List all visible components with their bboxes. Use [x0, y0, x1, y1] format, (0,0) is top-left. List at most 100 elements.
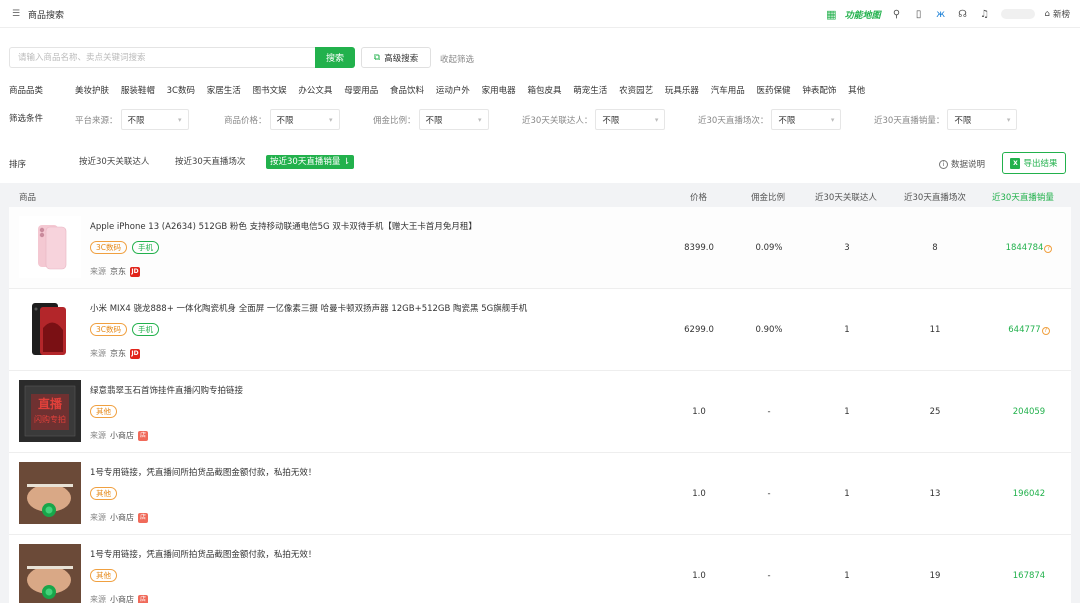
kol-value: 1 [844, 407, 850, 417]
commission-value: - [767, 407, 771, 417]
product-tags: 3C数码 手机 [90, 323, 160, 336]
new-mode-label: 新榜 [1052, 10, 1070, 20]
col-sales30[interactable]: 近30天直播销量 [992, 191, 1054, 203]
product-name[interactable]: Apple iPhone 13 (A2634) 512GB 粉色 支持移动联通电… [90, 220, 477, 232]
table-row[interactable]: 1号专用链接，凭直播间所拍货品截图金额付款，私拍无效！ 其他 来源 小商店 店 … [9, 453, 1071, 535]
commission-select[interactable]: 不限 ▾ [418, 109, 489, 130]
category-item[interactable]: 3C数码 [167, 84, 195, 96]
price-select[interactable]: 不限 ▾ [269, 109, 340, 130]
search-button[interactable]: 搜索 [315, 47, 355, 68]
bell-icon[interactable]: ♫ [979, 9, 991, 20]
category-item[interactable]: 家居生活 [207, 84, 241, 96]
headset-icon[interactable]: ☊ [957, 9, 969, 20]
kol-select[interactable]: 不限 ▾ [595, 109, 666, 130]
category-item[interactable]: 家用电器 [482, 84, 516, 96]
filter-label: 商品价格： [224, 115, 267, 126]
topbar-actions: ▦ 功能地图 ⚲ ▯ ж ☊ ♫ ⌂ 新榜 [826, 6, 1070, 22]
category-item[interactable]: 办公文具 [298, 84, 332, 96]
lives-value: 25 [929, 407, 941, 417]
feature-map-button[interactable]: ▦ 功能地图 [826, 8, 880, 21]
home-icon: ⌂ [1044, 9, 1050, 19]
product-name[interactable]: 1号专用链接，凭直播间所拍货品截图金额付款，私拍无效！ [90, 466, 316, 478]
col-commission[interactable]: 佣金比例 [751, 191, 785, 203]
chevron-down-icon: ▾ [329, 115, 333, 124]
col-price[interactable]: 价格 [690, 191, 707, 203]
mobile-icon[interactable]: ▯ [913, 9, 925, 20]
help-icon[interactable]: ? [1044, 245, 1053, 253]
kol-value: 1 [844, 325, 850, 335]
advanced-search-button[interactable]: ⧉ 高级搜索 [361, 47, 431, 68]
filter-label: 近30天关联达人： [522, 115, 593, 126]
category-item[interactable]: 其他 [848, 84, 865, 96]
category-item[interactable]: 汽车用品 [711, 84, 745, 96]
filter-panel: 搜索 ⧉ 高级搜索 收起筛选 商品品类 美妆护肤 服装鞋帽 3C数码 家居生活 … [0, 28, 1080, 183]
sales-value: 196042 [1012, 489, 1046, 499]
product-tags: 其他 [90, 405, 117, 418]
category-item[interactable]: 玩具乐器 [665, 84, 699, 96]
category-item[interactable]: 母婴用品 [344, 84, 378, 96]
product-image[interactable] [19, 216, 81, 278]
source-name: 小商店 [110, 513, 134, 522]
product-name[interactable]: 小米 MIX4 骁龙888+ 一体化陶瓷机身 全面屏 一亿像素三摄 哈曼卡顿双扬… [90, 302, 527, 314]
category-item[interactable]: 美妆护肤 [75, 84, 109, 96]
jd-icon: JD [130, 348, 140, 359]
export-label: 导出结果 [1023, 159, 1058, 169]
platform-filter: 平台来源： 不限 ▾ [75, 109, 189, 130]
shop-icon: 店 [138, 594, 148, 603]
price-value: 1.0 [692, 489, 706, 499]
collapse-filter-link[interactable]: 收起筛选 [440, 53, 474, 65]
col-lives30[interactable]: 近30天直播场次 [904, 191, 966, 203]
page-title: 商品搜索 [28, 11, 65, 21]
sort-by-sales[interactable]: 按近30天直播销量 ⇂ [266, 155, 355, 169]
platform-select[interactable]: 不限 ▾ [120, 109, 189, 130]
sales-select[interactable]: 不限 ▾ [947, 109, 1018, 130]
table-row[interactable]: 1号专用链接，凭直播间所拍货品截图金额付款，私拍无效！ 其他 来源 小商店 店 … [9, 535, 1071, 603]
search-icon[interactable]: ⚲ [891, 9, 903, 20]
filter-label: 近30天直播场次： [698, 115, 769, 126]
condition-label: 筛选条件 [9, 114, 44, 124]
category-item[interactable]: 食品饮料 [390, 84, 424, 96]
data-note-link[interactable]: i 数据说明 [939, 158, 985, 170]
sort-by-lives[interactable]: 按近30天直播场次 [171, 155, 249, 169]
product-name[interactable]: 绿意翡翠玉石首饰挂件直播闪购专拍链接 [90, 384, 243, 396]
category-item[interactable]: 萌宠生活 [573, 84, 607, 96]
product-image[interactable] [19, 544, 81, 603]
table-row[interactable]: 小米 MIX4 骁龙888+ 一体化陶瓷机身 全面屏 一亿像素三摄 哈曼卡顿双扬… [9, 289, 1071, 371]
export-button[interactable]: X 导出结果 [1002, 152, 1066, 174]
col-kol30[interactable]: 近30天关联达人 [815, 191, 877, 203]
menu-icon[interactable]: ☰ [12, 9, 20, 19]
table-row[interactable]: 直播 闪购专拍 绿意翡翠玉石首饰挂件直播闪购专拍链接 其他 来源 小商店 店 1… [9, 371, 1071, 453]
product-image[interactable] [19, 298, 81, 360]
sort-by-kol[interactable]: 按近30天关联达人 [75, 155, 153, 169]
category-item[interactable]: 钟表配饰 [802, 84, 836, 96]
new-mode-link[interactable]: ⌂ 新榜 [1045, 8, 1070, 20]
sales-cell: 1844784? [989, 243, 1069, 253]
price-value: 6299.0 [684, 325, 714, 335]
product-image[interactable] [19, 462, 81, 524]
data-note-label: 数据说明 [951, 160, 986, 170]
category-item[interactable]: 农资园艺 [619, 84, 653, 96]
product-source: 来源 小商店 店 [90, 594, 148, 603]
category-item[interactable]: 图书文娱 [253, 84, 287, 96]
kol-value: 1 [844, 571, 850, 581]
sales-value: 644777 [1008, 325, 1041, 335]
table-row[interactable]: Apple iPhone 13 (A2634) 512GB 粉色 支持移动联通电… [9, 207, 1071, 289]
product-image[interactable]: 直播 闪购专拍 [19, 380, 81, 442]
chevron-down-icon: ▾ [830, 115, 835, 124]
lives-select[interactable]: 不限 ▾ [771, 109, 842, 130]
excel-icon: X [1010, 157, 1021, 169]
help-icon[interactable]: ? [1041, 327, 1050, 335]
category-item[interactable]: 医药保健 [757, 84, 791, 96]
avatar[interactable] [1000, 9, 1035, 19]
select-value: 不限 [425, 115, 443, 126]
source-label: 来源 [90, 513, 106, 522]
search-input[interactable] [9, 47, 315, 68]
category-item[interactable]: 服装鞋帽 [121, 84, 155, 96]
butterfly-icon[interactable]: ж [935, 9, 947, 20]
product-name[interactable]: 1号专用链接，凭直播间所拍货品截图金额付款，私拍无效！ [90, 548, 316, 560]
category-item[interactable]: 箱包皮具 [527, 84, 561, 96]
product-source: 来源 小商店 店 [90, 512, 148, 523]
category-item[interactable]: 运动户外 [436, 84, 470, 96]
kol-filter: 近30天关联达人： 不限 ▾ [522, 109, 666, 130]
chevron-down-icon: ▾ [654, 115, 659, 124]
